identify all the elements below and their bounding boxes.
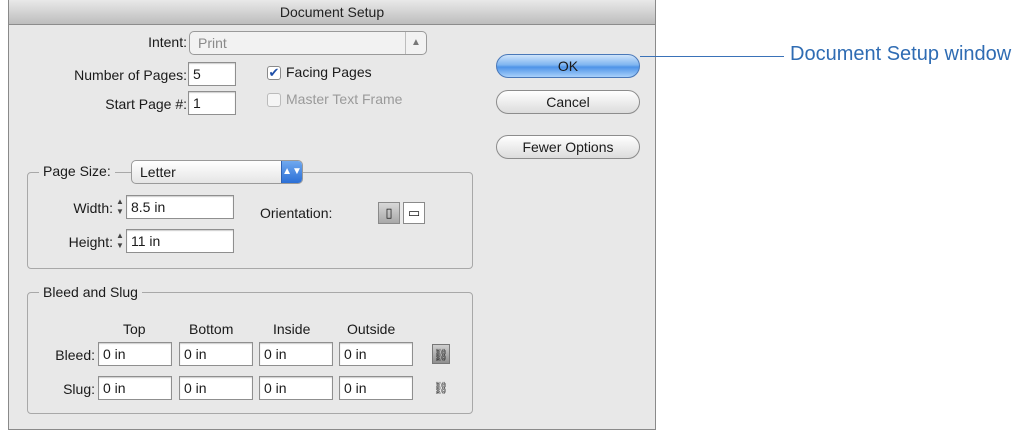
width-stepper-icon[interactable]: ▲ ▼ — [115, 197, 125, 219]
page-size-popup[interactable]: Letter ▲▼ — [131, 160, 303, 184]
chain-link-icon[interactable]: ⛓ — [432, 344, 450, 364]
fewer-options-button[interactable]: Fewer Options — [496, 135, 640, 159]
width-field[interactable]: 8.5 in — [126, 195, 234, 219]
width-label: Width: — [73, 200, 113, 216]
column-outside: Outside — [347, 321, 396, 337]
slug-top-field[interactable]: 0 in — [98, 376, 172, 400]
slug-outside-field[interactable]: 0 in — [339, 376, 413, 400]
height-label: Height: — [68, 234, 113, 250]
bleed-inside-field[interactable]: 0 in — [259, 342, 333, 366]
bleed-and-slug-legend: Bleed and Slug — [39, 284, 142, 300]
master-text-frame-label: Master Text Frame — [286, 91, 403, 107]
bleed-label: Bleed: — [55, 347, 95, 363]
intent-value: Print — [198, 35, 227, 51]
height-stepper-icon[interactable]: ▲ ▼ — [115, 231, 125, 253]
facing-pages-checkbox[interactable]: ✔ — [267, 66, 281, 80]
orientation-label: Orientation: — [260, 205, 333, 221]
annotation-text: Document Setup window — [790, 43, 1012, 65]
number-of-pages-field[interactable]: 5 — [188, 62, 236, 86]
height-field[interactable]: 11 in — [126, 229, 234, 253]
intent-label: Intent: — [148, 34, 187, 50]
page-size-legend: Page Size: — [39, 163, 115, 179]
document-setup-dialog: Document Setup Intent: Print ▲ Number of… — [8, 0, 656, 430]
facing-pages-label: Facing Pages — [286, 64, 372, 80]
bleed-bottom-field[interactable]: 0 in — [179, 342, 253, 366]
start-page-label: Start Page #: — [105, 96, 187, 112]
number-of-pages-label: Number of Pages: — [74, 67, 187, 83]
cancel-button[interactable]: Cancel — [496, 90, 640, 114]
slug-label: Slug: — [63, 381, 95, 397]
start-page-field[interactable]: 1 — [188, 91, 236, 115]
column-bottom: Bottom — [189, 321, 234, 337]
page-size-value: Letter — [140, 164, 176, 180]
portrait-orientation-icon[interactable]: ▯ — [378, 202, 400, 224]
up-down-arrows-icon: ▲▼ — [281, 161, 302, 183]
bleed-top-field[interactable]: 0 in — [98, 342, 172, 366]
annotation-line — [640, 56, 784, 57]
intent-popup[interactable]: Print ▲ — [189, 31, 427, 55]
dialog-title: Document Setup — [9, 0, 655, 25]
column-top: Top — [123, 321, 146, 337]
up-down-arrows-icon: ▲ — [405, 32, 426, 54]
master-text-frame-checkbox[interactable] — [267, 93, 281, 107]
broken-chain-icon[interactable]: ⛓ — [432, 378, 450, 398]
landscape-orientation-icon[interactable]: ▭ — [403, 202, 425, 224]
slug-inside-field[interactable]: 0 in — [259, 376, 333, 400]
slug-bottom-field[interactable]: 0 in — [179, 376, 253, 400]
ok-button[interactable]: OK — [496, 54, 640, 78]
bleed-outside-field[interactable]: 0 in — [339, 342, 413, 366]
column-inside: Inside — [273, 321, 311, 337]
